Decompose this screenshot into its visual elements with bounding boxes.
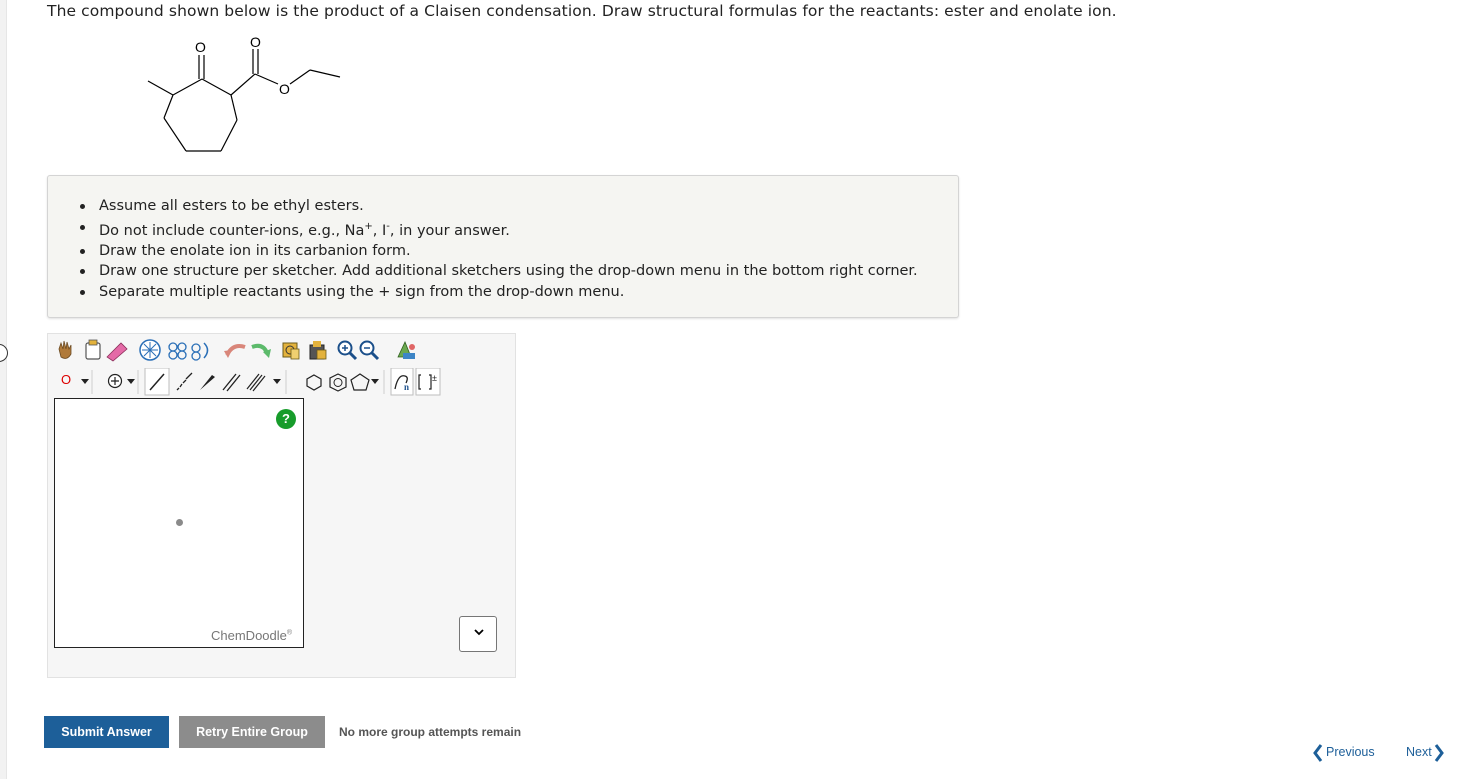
brand-text: ChemDoodle <box>211 628 287 643</box>
rotate-icon[interactable] <box>191 342 209 361</box>
hint-item: Assume all esters to be ethyl esters. <box>80 196 918 217</box>
add-sketcher-dropdown[interactable] <box>459 616 497 652</box>
chemdoodle-brand: ChemDoodle® <box>211 628 292 643</box>
chevron-down-icon <box>474 629 484 636</box>
brand-mark: ® <box>286 629 293 637</box>
previous-label: Previous <box>1326 745 1375 759</box>
copy-icon[interactable] <box>309 341 327 360</box>
next-label: Next <box>1406 745 1432 759</box>
center-icon[interactable] <box>139 339 161 361</box>
product-molecule: O O O <box>147 34 341 152</box>
redo-icon[interactable] <box>251 343 271 358</box>
ring-bond <box>201 78 232 96</box>
ketone-oxygen-label: O <box>195 39 206 55</box>
chevron-left-icon <box>1313 744 1323 762</box>
template-icon[interactable] <box>282 342 300 360</box>
hexagon-icon[interactable] <box>306 374 322 391</box>
charge-plus-icon[interactable] <box>107 373 123 389</box>
ester-oxygen-label: O <box>279 81 290 97</box>
toolbar-row-2: n ± <box>81 368 441 396</box>
ring-bond <box>230 94 238 121</box>
ring-bond <box>220 119 238 152</box>
benzene-icon[interactable] <box>329 373 347 392</box>
hint-item: Separate multiple reactants using the + … <box>80 282 918 303</box>
canvas-dot <box>176 519 183 526</box>
hint-item: Draw the enolate ion in its carbanion fo… <box>80 241 918 262</box>
ethyl-bond <box>289 69 311 85</box>
ring-chevron-down-icon[interactable] <box>371 379 379 384</box>
ring-bond <box>163 94 174 119</box>
chain-icon[interactable]: n <box>390 368 414 396</box>
hint-item: Do not include counter-ions, e.g., Na+, … <box>80 217 918 241</box>
bond-chevron-down-icon[interactable] <box>273 379 281 384</box>
methyl-bond <box>147 80 174 96</box>
submit-answer-button[interactable]: Submit Answer <box>44 716 169 748</box>
question-text: The compound shown below is the product … <box>47 2 1117 20</box>
triple-bond-icon[interactable] <box>246 373 266 392</box>
hints-box: Assume all esters to be ethyl esters. Do… <box>47 175 959 318</box>
hash-bond-icon[interactable] <box>176 372 193 391</box>
lasso-icon[interactable] <box>85 339 101 360</box>
atom-chevron-down-icon[interactable] <box>81 379 89 384</box>
pentagon-icon[interactable] <box>350 373 370 391</box>
clean-icon[interactable] <box>168 342 187 360</box>
ester-carbonyl-oxygen-label: O <box>250 34 261 50</box>
double-bond-icon[interactable] <box>222 373 241 392</box>
ring-bond <box>163 117 187 152</box>
help-button[interactable]: ? <box>276 409 296 429</box>
svg-text:n: n <box>404 382 409 392</box>
hand-icon[interactable] <box>58 340 72 359</box>
ethyl-bond <box>309 69 341 78</box>
ester-bond <box>230 73 256 96</box>
wedge-bond-icon[interactable] <box>200 375 215 390</box>
ring-bond <box>172 78 203 96</box>
hints-list: Assume all esters to be ethyl esters. Do… <box>80 196 918 302</box>
settings-icon[interactable] <box>397 340 415 359</box>
zoom-out-icon[interactable] <box>359 340 380 361</box>
attempts-status: No more group attempts remain <box>339 725 522 739</box>
hint-text: , in your answer. <box>389 222 510 239</box>
left-edge-strip <box>0 0 7 779</box>
single-bond-icon[interactable] <box>144 368 170 396</box>
hint-sup: + <box>364 220 373 232</box>
charge-chevron-down-icon[interactable] <box>127 379 135 384</box>
bracket-icon[interactable]: ± <box>415 368 441 396</box>
zoom-in-icon[interactable] <box>337 340 358 361</box>
ester-oxygen-bond <box>254 73 279 85</box>
hint-text: , I <box>372 222 387 239</box>
toolbar-row-1 <box>58 339 415 362</box>
undo-icon[interactable] <box>224 344 246 358</box>
svg-text:±: ± <box>432 373 437 383</box>
retry-group-button[interactable]: Retry Entire Group <box>179 716 325 748</box>
chevron-right-icon <box>1434 744 1444 762</box>
hint-text: Do not include counter-ions, e.g., Na <box>99 222 365 239</box>
eraser-icon[interactable] <box>106 342 128 362</box>
hint-item: Draw one structure per sketcher. Add add… <box>80 261 918 282</box>
